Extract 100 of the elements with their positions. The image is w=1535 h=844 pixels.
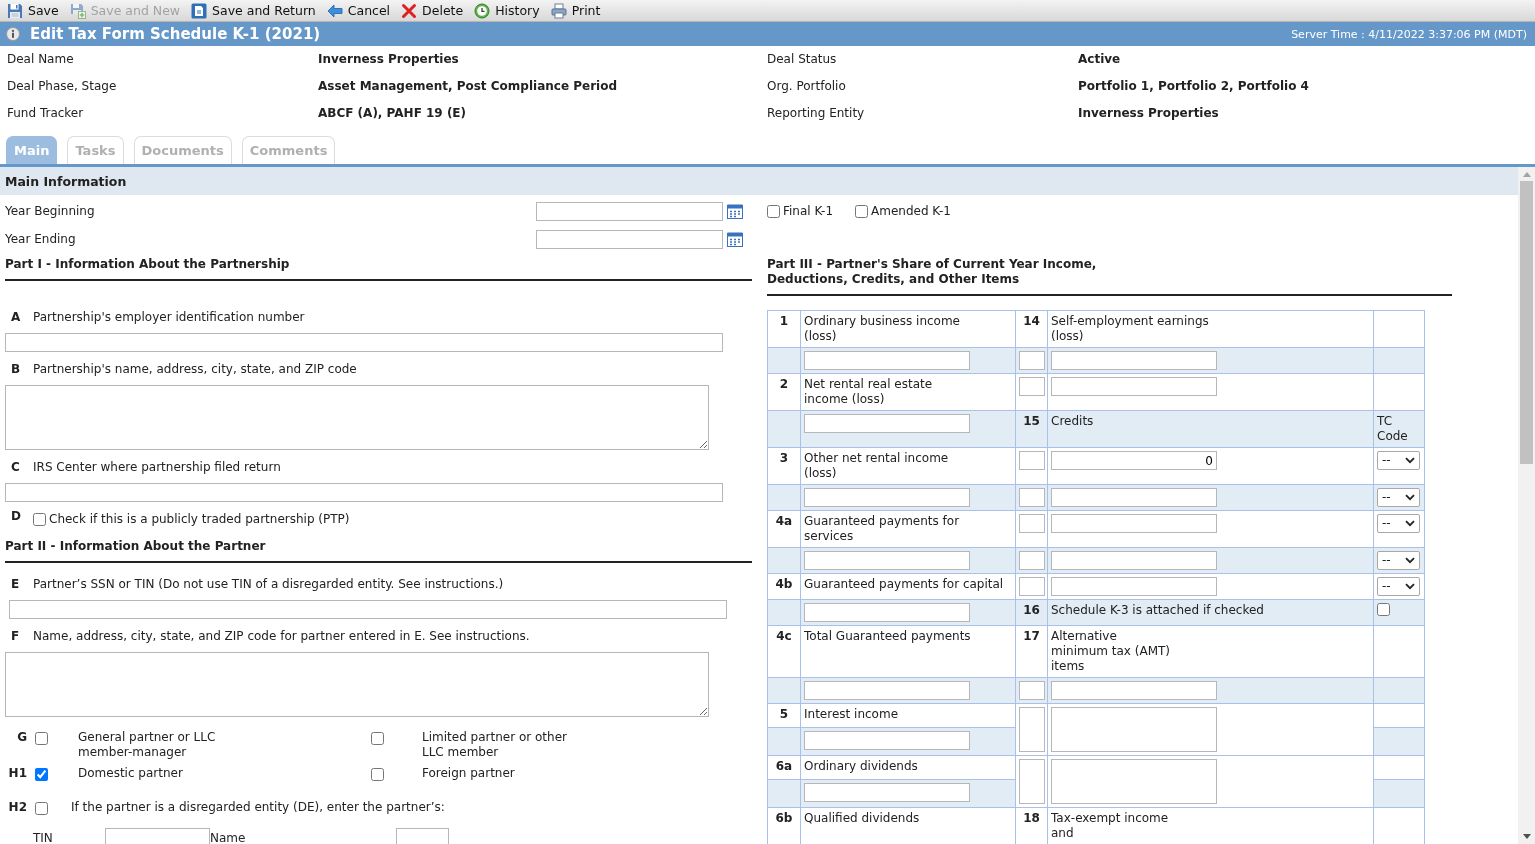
partner-type-checkbox[interactable] <box>35 732 48 745</box>
amount-field[interactable] <box>1051 488 1217 507</box>
checkbox-label: If the partner is a disregarded entity (DE), enter the partner’s: <box>71 800 445 815</box>
field-label: Partnership's name, address, city, state, and ZIP code <box>33 361 357 377</box>
checkbox-label: Foreign partner <box>422 766 515 781</box>
field-label: Fund Tracker <box>7 105 85 120</box>
amount-field[interactable]: 0 <box>1051 451 1217 470</box>
arrow-left-icon <box>326 2 343 19</box>
line-number: 6a <box>775 759 793 773</box>
amount-field[interactable] <box>1051 551 1217 570</box>
partner-type-checkbox[interactable] <box>35 768 48 781</box>
amount-field[interactable] <box>804 603 970 622</box>
amount-text-area[interactable] <box>1051 707 1217 752</box>
field-label: Partnership's employer identification number <box>33 309 305 325</box>
field-label: Reporting Entity <box>767 105 866 120</box>
code-dropdown[interactable]: -- <box>1377 551 1420 570</box>
line-label: Tax-exempt income and <box>1051 811 1169 840</box>
line-number: 1 <box>779 314 789 328</box>
k1-type-checkbox[interactable] <box>767 204 780 218</box>
history-button[interactable]: History <box>472 0 542 21</box>
date-field[interactable] <box>536 229 723 249</box>
save-and-return-button[interactable]: Save and Return <box>189 0 318 21</box>
checkbox-label: Domestic partner <box>78 766 184 781</box>
amount-field[interactable] <box>804 730 970 750</box>
code-field[interactable] <box>1019 577 1045 596</box>
partner-type-checkbox[interactable] <box>371 768 384 781</box>
amount-field[interactable] <box>804 414 970 433</box>
chevron-down-icon <box>1405 457 1415 464</box>
amount-field[interactable] <box>1051 351 1217 370</box>
line-letter: E <box>10 576 21 592</box>
amount-field[interactable] <box>804 488 970 507</box>
amount-field[interactable] <box>1051 377 1217 396</box>
chevron-down-icon <box>1405 557 1415 564</box>
schedule-k3-checkbox[interactable] <box>1377 603 1390 616</box>
scrollbar-track[interactable] <box>1518 167 1535 844</box>
amount-field[interactable] <box>804 351 970 370</box>
amount-text-area[interactable] <box>1051 759 1217 804</box>
text-area[interactable] <box>5 385 709 450</box>
line-letter: C <box>10 459 21 475</box>
line-letter: D <box>10 508 22 524</box>
caret-up-icon[interactable] <box>1522 172 1531 177</box>
ptp-checkbox[interactable] <box>33 512 46 526</box>
text-field[interactable] <box>396 828 449 844</box>
code-text-area[interactable] <box>1019 759 1045 804</box>
line-number: 18 <box>1023 811 1040 825</box>
line-label: Self-employment earnings (loss) <box>1051 314 1209 343</box>
code-dropdown[interactable]: -- <box>1377 514 1420 533</box>
delete-button[interactable]: Delete <box>399 0 466 21</box>
code-field[interactable] <box>1019 377 1045 396</box>
checkbox-label: Final K-1 <box>783 204 834 218</box>
checkbox-label: Amended K-1 <box>871 204 951 218</box>
code-field[interactable] <box>1019 451 1045 470</box>
amount-field[interactable] <box>804 782 970 802</box>
date-field[interactable] <box>536 201 723 221</box>
amount-field[interactable] <box>1051 577 1217 596</box>
scrollbar-thumb[interactable] <box>1520 181 1533 464</box>
code-field[interactable] <box>1019 488 1045 507</box>
page-title: Edit Tax Form Schedule K-1 (2021) <box>30 25 321 43</box>
line-letter: H2 <box>7 800 28 815</box>
text-field[interactable] <box>5 333 723 352</box>
field-label: Org. Portfolio <box>767 78 847 93</box>
cancel-button[interactable]: Cancel <box>324 0 393 21</box>
disregarded-entity-checkbox[interactable] <box>35 802 48 815</box>
field-label: Deal Status <box>767 51 838 66</box>
calendar-icon[interactable] <box>727 231 743 247</box>
text-area[interactable] <box>5 652 709 717</box>
line-label: Ordinary dividends <box>804 759 918 773</box>
save-button[interactable]: Save <box>5 0 61 21</box>
print-button[interactable]: Print <box>548 0 603 21</box>
line-label: Other net rental income (loss) <box>804 451 949 480</box>
code-field[interactable] <box>1019 551 1045 570</box>
text-field[interactable] <box>5 483 723 502</box>
code-field[interactable] <box>1019 681 1045 700</box>
amount-field[interactable] <box>1051 514 1217 533</box>
checkbox-label: Limited partner or other LLC member <box>422 730 567 760</box>
code-dropdown[interactable]: -- <box>1377 577 1420 596</box>
field-value: Inverness Properties <box>1078 105 1220 120</box>
code-text-area[interactable] <box>1019 707 1045 752</box>
line-number: 15 <box>1023 414 1040 428</box>
line-number: 4c <box>776 629 792 643</box>
line-number: 14 <box>1023 314 1040 328</box>
line-letter: H1 <box>7 766 28 781</box>
field-value: Asset Management, Post Compliance Period <box>318 78 619 93</box>
partner-type-checkbox[interactable] <box>371 732 384 745</box>
code-dropdown[interactable]: -- <box>1377 451 1420 470</box>
k1-type-checkbox[interactable] <box>855 204 869 218</box>
field-label: Year Ending <box>5 232 77 246</box>
code-field[interactable] <box>1019 351 1045 370</box>
text-field[interactable] <box>105 828 210 844</box>
field-label: Year Beginning <box>5 204 96 218</box>
amount-field[interactable] <box>1051 681 1217 700</box>
field-value: Active <box>1078 51 1122 66</box>
line-number: 4a <box>775 514 793 528</box>
calendar-icon[interactable] <box>727 203 743 219</box>
code-field[interactable] <box>1019 514 1045 533</box>
code-dropdown[interactable]: -- <box>1377 488 1420 507</box>
text-field[interactable] <box>9 600 727 619</box>
caret-down-icon[interactable] <box>1522 834 1531 839</box>
amount-field[interactable] <box>804 681 970 700</box>
amount-field[interactable] <box>804 551 970 570</box>
